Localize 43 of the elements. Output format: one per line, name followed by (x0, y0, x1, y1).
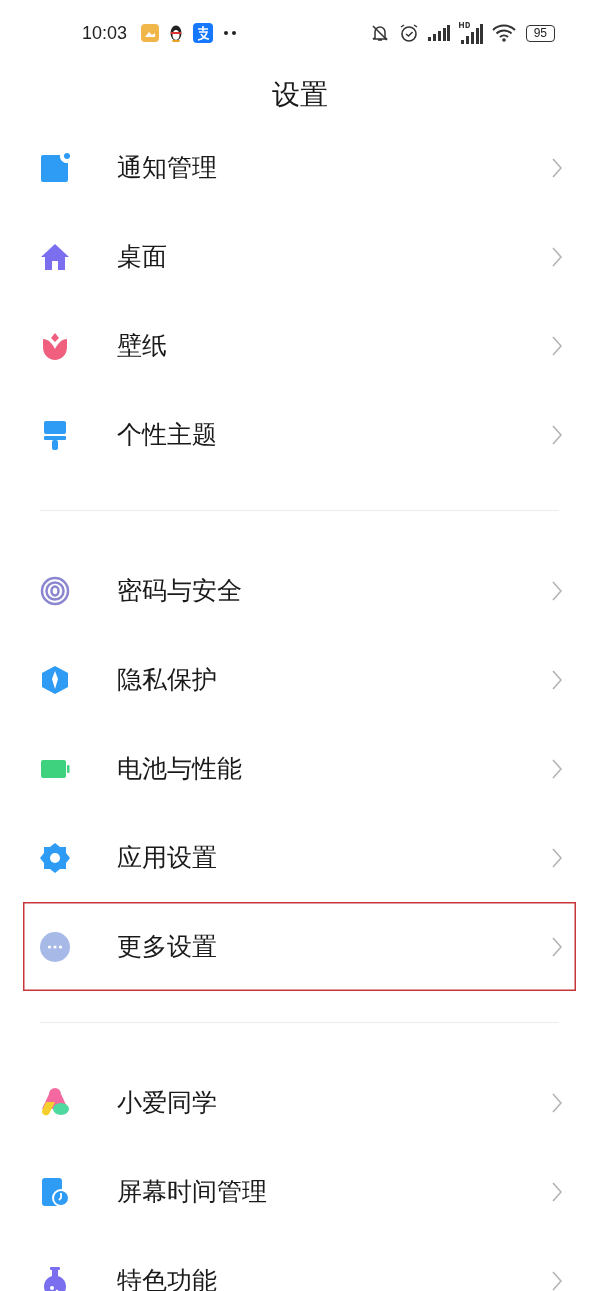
battery-indicator: 95 (525, 24, 555, 42)
chevron-right-icon (552, 669, 562, 690)
settings-item[interactable]: 应用设置 (23, 813, 576, 902)
chevron-right-icon (552, 1092, 562, 1113)
clock-time: 10:03 (82, 22, 128, 44)
gear-icon (40, 842, 70, 873)
assistant-logo-icon (40, 1087, 70, 1118)
payment-app-icon (193, 23, 214, 43)
fingerprint-icon (40, 575, 70, 606)
chevron-right-icon (552, 936, 562, 957)
house-icon (40, 241, 70, 272)
chevron-right-icon (552, 758, 562, 779)
muted-bell-icon (369, 23, 390, 43)
settings-item[interactable]: 密码与安全 (23, 546, 576, 635)
chevron-right-icon (552, 424, 562, 445)
notification-icon (40, 152, 70, 183)
chevron-right-icon (552, 847, 562, 868)
settings-item[interactable]: 屏幕时间管理 (23, 1147, 576, 1236)
settings-item[interactable]: 小爱同学 (23, 1058, 576, 1147)
page-title: 设置 (270, 77, 329, 113)
gallery-app-icon (141, 24, 160, 42)
chevron-right-icon (552, 335, 562, 356)
signal-icon (427, 25, 450, 41)
chevron-right-icon (552, 580, 562, 601)
more-icon (40, 931, 70, 962)
settings-item[interactable]: 桌面 (23, 212, 576, 301)
settings-item[interactable]: 个性主题 (23, 390, 576, 479)
more-dots-icon (223, 30, 238, 36)
chevron-right-icon (552, 246, 562, 267)
chevron-right-icon (552, 157, 562, 178)
settings-item[interactable]: 隐私保护 (23, 635, 576, 724)
hd-signal-icon (458, 22, 483, 44)
phone-clock-icon (40, 1176, 70, 1207)
wifi-icon (491, 24, 516, 42)
alarm-clock-icon (398, 23, 419, 43)
settings-item[interactable]: 通知管理 (23, 123, 576, 212)
chevron-right-icon (552, 1181, 562, 1202)
shield-icon (40, 664, 70, 695)
penguin-icon (169, 24, 184, 42)
settings-item[interactable]: 电池与性能 (23, 724, 576, 813)
settings-item[interactable]: 更多设置 (23, 902, 576, 991)
settings-item[interactable]: 壁纸 (23, 301, 576, 390)
chevron-right-icon (552, 1270, 562, 1291)
